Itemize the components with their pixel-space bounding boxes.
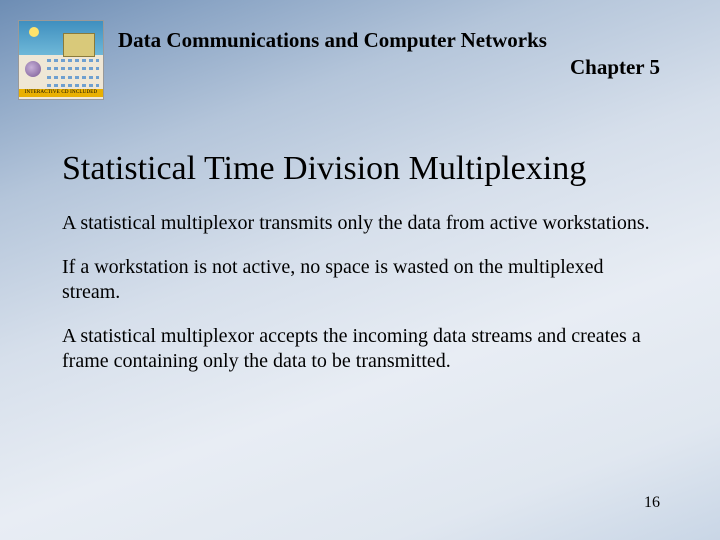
body-paragraph: A statistical multiplexor transmits only… bbox=[62, 211, 660, 235]
slide-heading: Statistical Time Division Multiplexing bbox=[62, 150, 660, 189]
thumbnail-caption: INTERACTIVE CD INCLUDED bbox=[19, 89, 103, 97]
slide: INTERACTIVE CD INCLUDED Data Communicati… bbox=[0, 0, 720, 540]
header-title-block: Data Communications and Computer Network… bbox=[104, 20, 720, 100]
body-paragraph: A statistical multiplexor accepts the in… bbox=[62, 324, 660, 373]
chapter-label: Chapter 5 bbox=[118, 55, 660, 80]
slide-header: INTERACTIVE CD INCLUDED Data Communicati… bbox=[0, 20, 720, 100]
book-cover-thumbnail: INTERACTIVE CD INCLUDED bbox=[18, 20, 104, 100]
body-paragraph: If a workstation is not active, no space… bbox=[62, 255, 660, 304]
course-title: Data Communications and Computer Network… bbox=[118, 28, 660, 53]
slide-content: Statistical Time Division Multiplexing A… bbox=[62, 150, 660, 393]
page-number: 16 bbox=[644, 494, 660, 512]
